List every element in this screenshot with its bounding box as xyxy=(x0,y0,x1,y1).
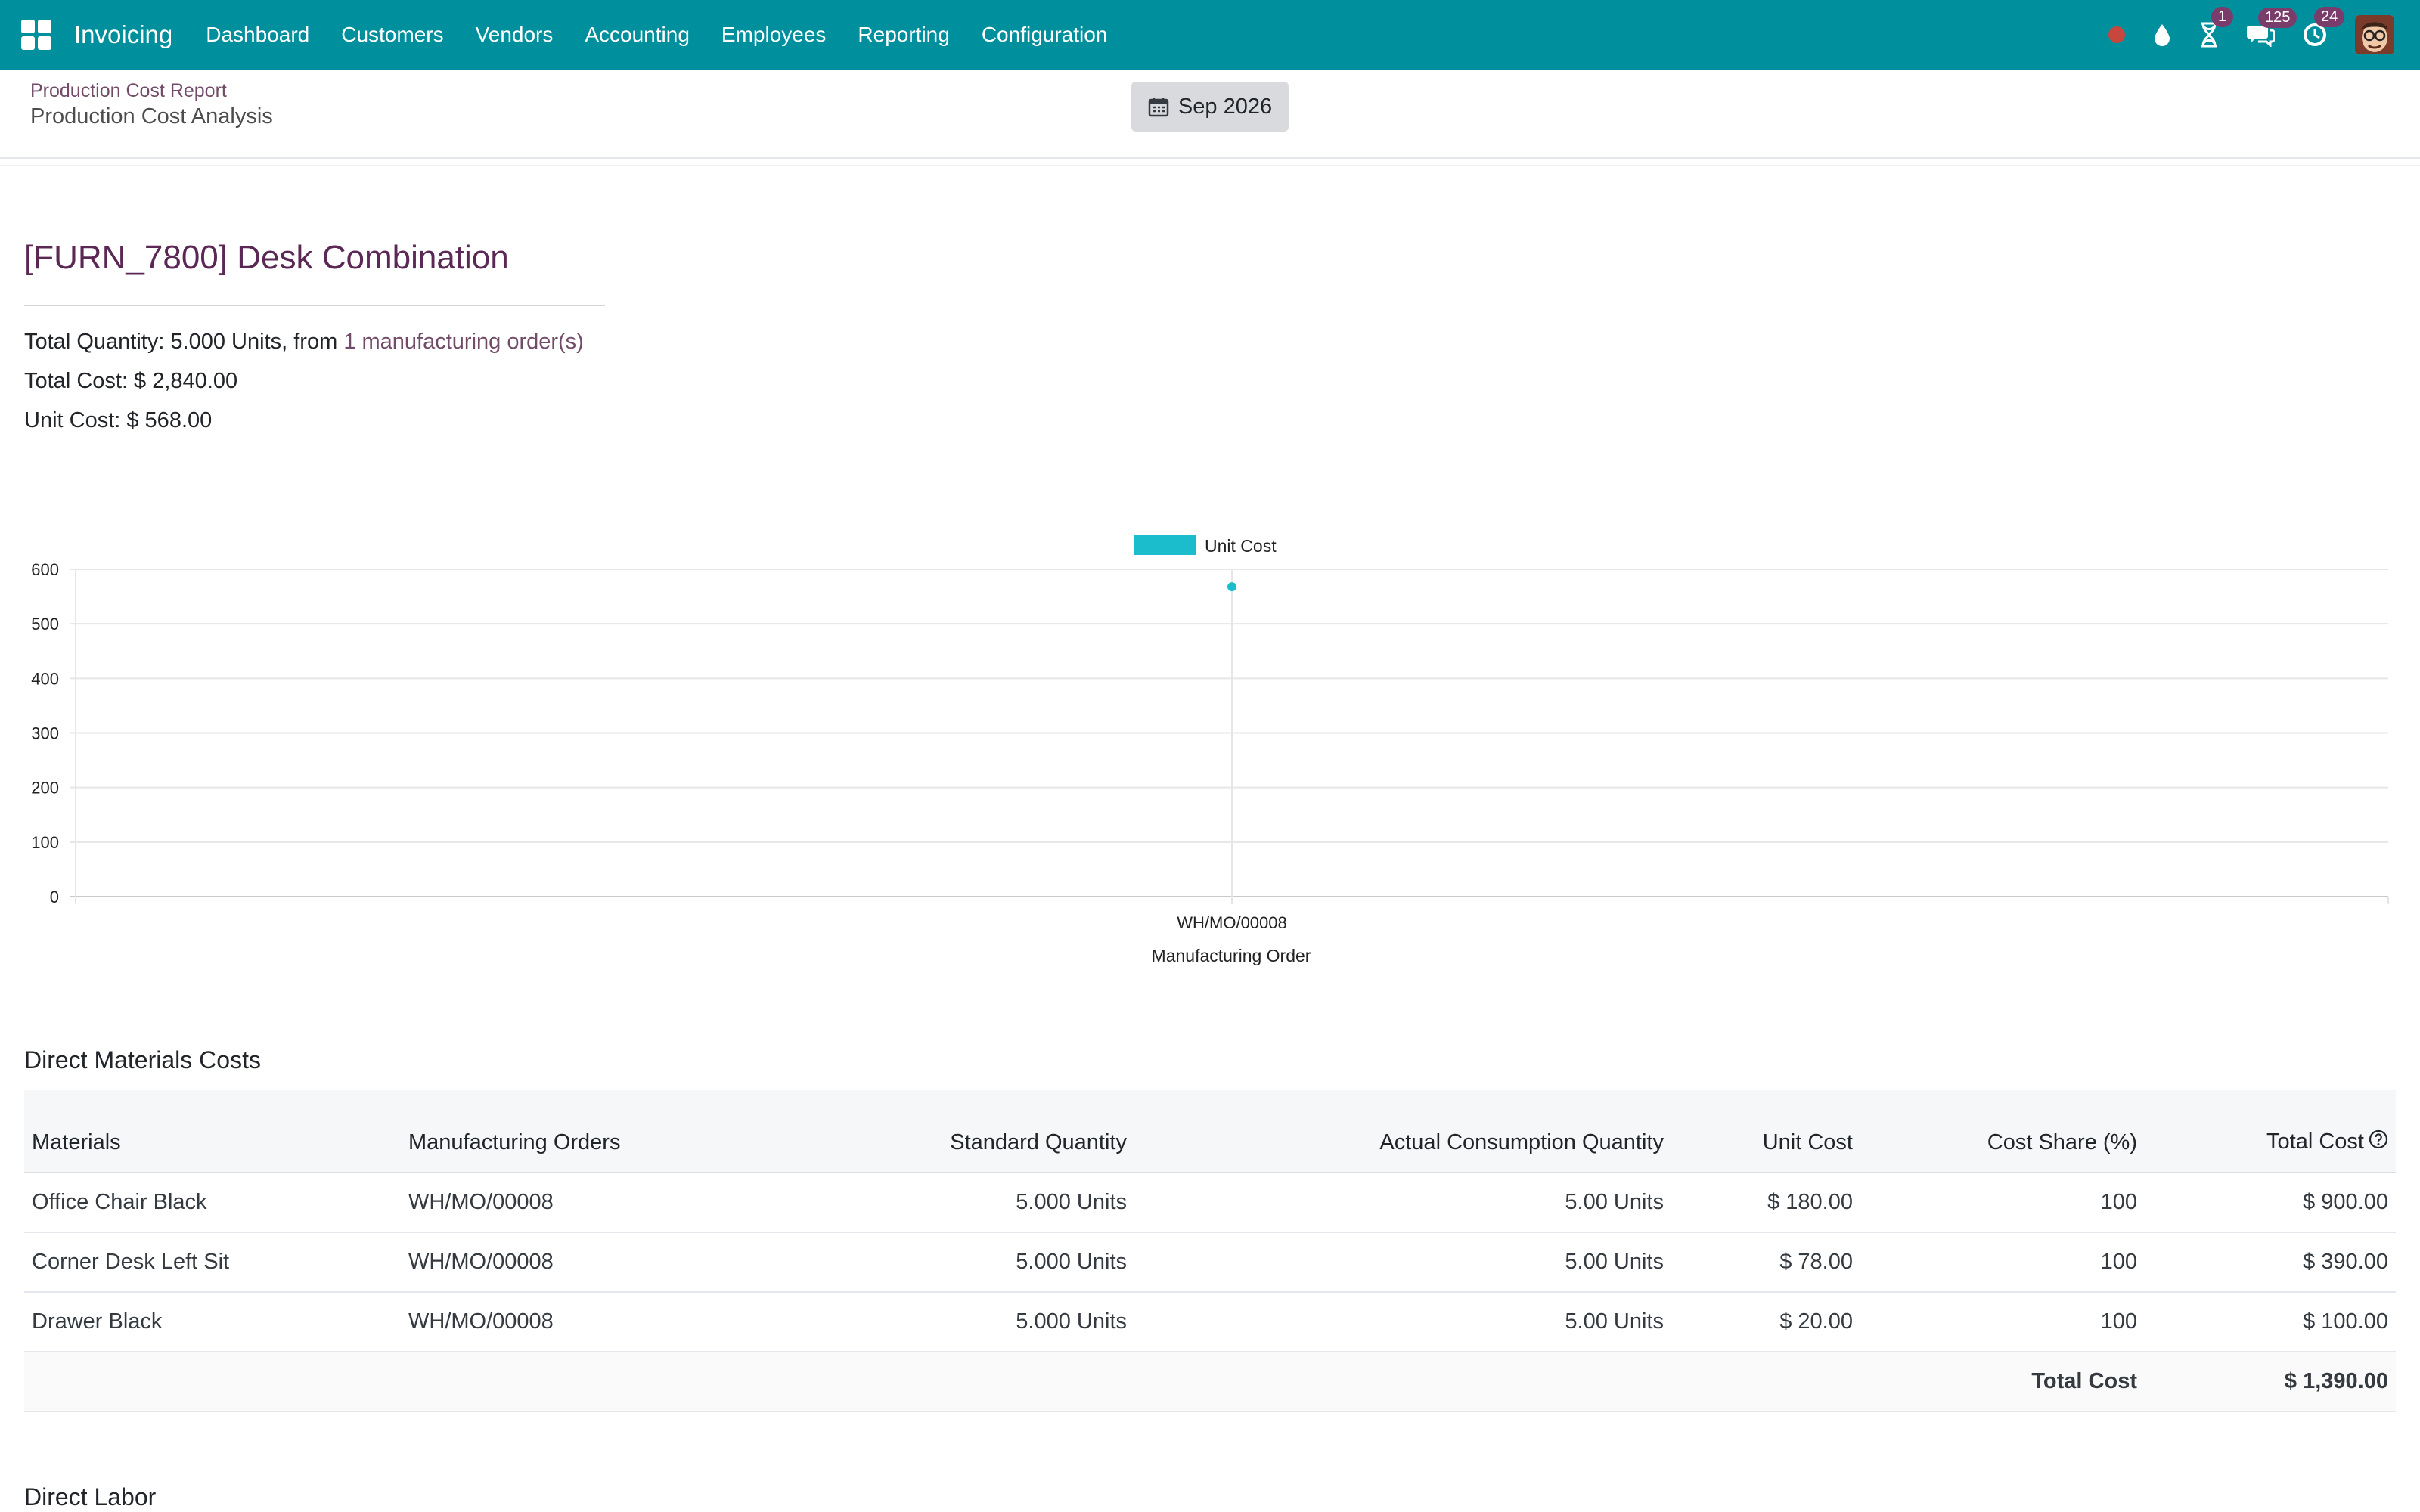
actual-quantity: 5.00 Units xyxy=(1565,1190,1664,1214)
y-tick-label: 600 xyxy=(31,560,59,579)
col-manufacturing-orders[interactable]: Manufacturing Orders xyxy=(401,1090,779,1173)
material-name: Office Chair Black xyxy=(32,1190,207,1214)
col-materials[interactable]: Materials xyxy=(24,1090,401,1173)
material-name: Drawer Black xyxy=(32,1309,163,1334)
legend-swatch xyxy=(1134,535,1196,555)
systray: 1 125 24 xyxy=(2108,0,2420,70)
y-tick-label: 100 xyxy=(31,833,59,852)
standard-quantity: 5.000 Units xyxy=(1016,1309,1127,1334)
drop-icon[interactable] xyxy=(2152,23,2172,47)
col-total-cost-label: Total Cost xyxy=(2266,1129,2364,1154)
control-panel: Production Cost Report Production Cost A… xyxy=(0,70,2420,159)
nav-employees[interactable]: Employees xyxy=(721,23,827,47)
period-button[interactable]: Sep 2026 xyxy=(1131,82,1289,132)
product-title: [FURN_7800] Desk Combination xyxy=(24,239,509,276)
actual-quantity: 5.00 Units xyxy=(1565,1250,1664,1274)
table-row[interactable]: Office Chair Black WH/MO/00008 5.000 Uni… xyxy=(24,1173,2396,1232)
mo-reference: WH/MO/00008 xyxy=(408,1250,554,1274)
col-actual-consumption[interactable]: Actual Consumption Quantity xyxy=(1134,1090,1671,1173)
total-quantity-text: Total Quantity: 5.000 Units, from xyxy=(24,330,344,354)
standard-quantity: 5.000 Units xyxy=(1016,1250,1127,1274)
direct-materials-title: Direct Materials Costs xyxy=(24,1046,261,1074)
y-tick-label: 300 xyxy=(31,724,59,743)
x-tick-label: WH/MO/00008 xyxy=(1177,913,1287,932)
separator xyxy=(0,165,2420,166)
activity-badge: 1 xyxy=(2211,7,2234,27)
legend-label: Unit Cost xyxy=(1205,536,1277,556)
updates-clock-icon[interactable]: 24 xyxy=(2302,7,2345,48)
breadcrumb-parent[interactable]: Production Cost Report xyxy=(30,80,227,102)
messages-badge: 125 xyxy=(2258,8,2297,28)
table-row[interactable]: Drawer Black WH/MO/00008 5.000 Units 5.0… xyxy=(24,1292,2396,1352)
y-tick-label: 200 xyxy=(31,779,59,798)
total-cost: $ 390.00 xyxy=(2303,1250,2388,1274)
data-point xyxy=(1227,582,1236,592)
nav-vendors[interactable]: Vendors xyxy=(476,23,554,47)
col-standard-quantity[interactable]: Standard Quantity xyxy=(779,1090,1134,1173)
nav-reporting[interactable]: Reporting xyxy=(858,23,949,47)
cost-share: 100 xyxy=(2100,1250,2137,1274)
nav-dashboard[interactable]: Dashboard xyxy=(206,23,309,47)
top-navbar: Invoicing Dashboard Customers Vendors Ac… xyxy=(0,0,2420,70)
total-cost: $ 900.00 xyxy=(2303,1190,2388,1214)
mo-reference: WH/MO/00008 xyxy=(408,1309,554,1334)
total-cost-value: $ 1,390.00 xyxy=(2284,1369,2388,1393)
cost-share: 100 xyxy=(2100,1309,2137,1334)
nav-customers[interactable]: Customers xyxy=(341,23,443,47)
nav-configuration[interactable]: Configuration xyxy=(982,23,1108,47)
unit-cost-line: Unit Cost: $ 568.00 xyxy=(24,408,213,432)
col-cost-share[interactable]: Cost Share (%) xyxy=(1860,1090,2145,1173)
materials-table: Materials Manufacturing Orders Standard … xyxy=(24,1090,2396,1412)
title-divider xyxy=(24,305,605,306)
direct-labor-title: Direct Labor xyxy=(24,1483,157,1510)
materials-total-row: Total Cost $ 1,390.00 xyxy=(24,1352,2396,1411)
col-unit-cost[interactable]: Unit Cost xyxy=(1671,1090,1860,1173)
unit-cost: $ 180.00 xyxy=(1767,1190,1853,1214)
help-icon[interactable] xyxy=(2369,1129,2388,1155)
standard-quantity: 5.000 Units xyxy=(1016,1190,1127,1214)
actual-quantity: 5.00 Units xyxy=(1565,1309,1664,1334)
unit-cost-chart: 0 100 200 300 400 500 600 WH/MO/00008 Manufactur… xyxy=(31,535,2389,965)
materials-header-row: Materials Manufacturing Orders Standard … xyxy=(24,1090,2396,1173)
user-avatar[interactable] xyxy=(2355,15,2394,54)
total-cost-line: Total Cost: $ 2,840.00 xyxy=(24,369,238,393)
manufacturing-orders-link[interactable]: 1 manufacturing order(s) xyxy=(343,330,584,354)
nav-accounting[interactable]: Accounting xyxy=(585,23,690,47)
y-tick-label: 400 xyxy=(31,669,59,688)
total-cost-label: Total Cost xyxy=(2031,1369,2137,1393)
y-tick-label: 500 xyxy=(31,615,59,634)
app-brand[interactable]: Invoicing xyxy=(74,20,172,49)
mo-reference: WH/MO/00008 xyxy=(408,1190,554,1214)
col-total-cost[interactable]: Total Cost xyxy=(2145,1090,2396,1173)
apps-menu-icon[interactable] xyxy=(21,20,51,50)
table-row[interactable]: Corner Desk Left Sit WH/MO/00008 5.000 U… xyxy=(24,1232,2396,1292)
total-cost: $ 100.00 xyxy=(2303,1309,2388,1334)
x-axis-title: Manufacturing Order xyxy=(1152,946,1311,965)
calendar-icon xyxy=(1148,98,1169,117)
total-quantity-line: Total Quantity: 5.000 Units, from 1 manu… xyxy=(24,330,584,355)
updates-badge: 24 xyxy=(2314,7,2345,27)
breadcrumb-current: Production Cost Analysis xyxy=(30,104,273,129)
activity-hourglass-icon[interactable]: 1 xyxy=(2199,7,2234,48)
unit-cost: $ 78.00 xyxy=(1779,1250,1853,1274)
y-tick-label: 0 xyxy=(50,888,59,906)
unit-cost: $ 20.00 xyxy=(1779,1309,1853,1334)
material-name: Corner Desk Left Sit xyxy=(32,1250,230,1274)
cost-share: 100 xyxy=(2100,1190,2137,1214)
record-icon[interactable] xyxy=(2108,26,2125,43)
period-label: Sep 2026 xyxy=(1177,94,1273,119)
messages-icon[interactable]: 125 xyxy=(2246,8,2297,47)
